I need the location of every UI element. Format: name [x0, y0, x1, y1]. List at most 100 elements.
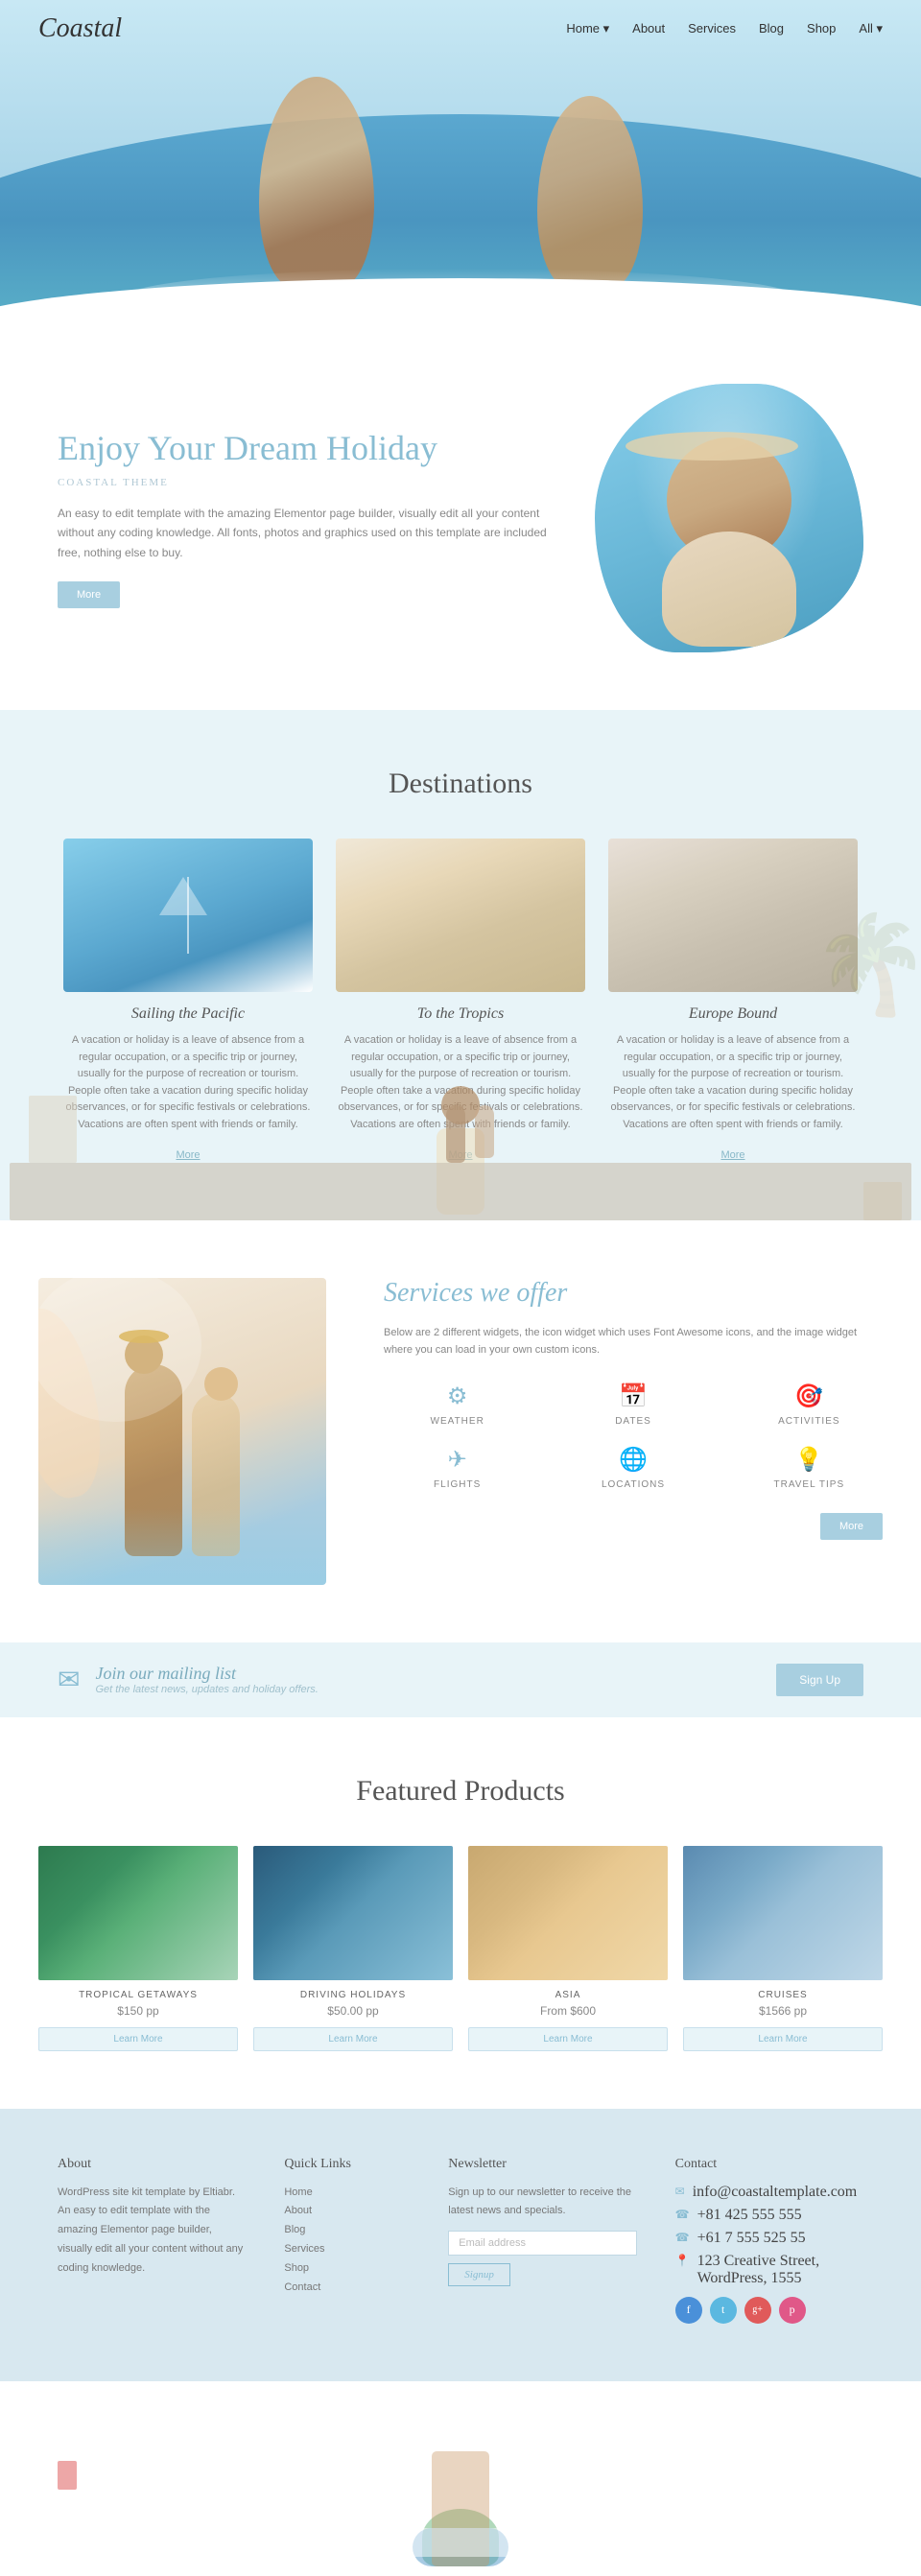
hero-figure-right [537, 96, 643, 288]
site-logo[interactable]: Coastal [38, 13, 122, 44]
destination-name-0: Sailing the Pacific [63, 1005, 313, 1023]
footer-about: About WordPress site kit template by Elt… [58, 2157, 246, 2324]
footer-link-shop[interactable]: Shop [284, 2259, 410, 2279]
contact-phone1: +81 425 555 555 [697, 2207, 802, 2224]
twitter-icon[interactable]: t [710, 2297, 737, 2324]
flights-icon: ✈ [384, 1446, 531, 1474]
intro-subtitle: Coastal Theme [58, 477, 556, 488]
product-learn-2[interactable]: Learn More [468, 2027, 668, 2051]
services-section: Services we offer Below are 2 different … [0, 1220, 921, 1642]
destination-image-europe [608, 839, 858, 992]
intro-more-button[interactable]: More [58, 581, 120, 608]
contact-phone2-item: ☎ +61 7 555 525 55 [675, 2230, 863, 2247]
nav-links: Home ▾ About Services Blog Shop All ▾ [566, 20, 883, 37]
nav-item-services[interactable]: Services [688, 21, 736, 35]
contact-address: 123 Creative Street, WordPress, 1555 [697, 2253, 863, 2287]
service-item-weather: ⚙ WEATHER [384, 1383, 531, 1427]
intro-text: Enjoy Your Dream Holiday Coastal Theme A… [58, 428, 556, 608]
destination-name-1: To the Tropics [336, 1005, 585, 1023]
footer-link-services[interactable]: Services [284, 2240, 410, 2259]
contact-email: info@coastaltemplate.com [693, 2184, 858, 2201]
featured-products-section: Featured Products TROPICAL GETAWAYS $150… [0, 1717, 921, 2109]
service-label-activities: ACTIVITIES [736, 1416, 883, 1427]
facebook-icon[interactable]: f [675, 2297, 702, 2324]
footer-grid: About WordPress site kit template by Elt… [58, 2157, 863, 2324]
mailing-signup-button[interactable]: Sign Up [776, 1664, 863, 1696]
service-item-travel-tips: 💡 TRAVEL TIPS [736, 1446, 883, 1490]
googleplus-icon[interactable]: g+ [744, 2297, 771, 2324]
destinations-grid: Sailing the Pacific A vacation or holida… [38, 839, 883, 1163]
services-more-button[interactable]: More [820, 1513, 883, 1540]
footer-link-contact[interactable]: Contact [284, 2279, 410, 2298]
footer-newsletter-title: Newsletter [448, 2157, 636, 2172]
destination-more-0[interactable]: More [176, 1149, 200, 1161]
destination-more-2[interactable]: More [720, 1149, 744, 1161]
product-learn-3[interactable]: Learn More [683, 2027, 883, 2051]
destination-card-0: Sailing the Pacific A vacation or holida… [63, 839, 313, 1163]
product-card-0: TROPICAL GETAWAYS $150 pp Learn More [38, 1846, 238, 2051]
services-title: Services we offer [384, 1278, 883, 1309]
phone-icon-2: ☎ [675, 2231, 690, 2245]
destinations-section: Destinations Sailing the Pacific A vacat… [0, 710, 921, 1220]
contact-address-item: 📍 123 Creative Street, WordPress, 1555 [675, 2253, 863, 2287]
nav-item-blog[interactable]: Blog [759, 21, 784, 35]
product-learn-0[interactable]: Learn More [38, 2027, 238, 2051]
footer-about-text: WordPress site kit template by Eltiabr. … [58, 2184, 246, 2279]
service-label-weather: WEATHER [384, 1416, 531, 1427]
intro-image [595, 384, 863, 652]
nav-item-about[interactable]: About [632, 21, 665, 35]
nav-item-home[interactable]: Home ▾ [566, 21, 609, 35]
contact-phone2: +61 7 555 525 55 [697, 2230, 806, 2247]
service-label-flights: FLIGHTS [384, 1479, 531, 1490]
footer-contact-title: Contact [675, 2157, 863, 2172]
product-card-3: CRUISES $1566 pp Learn More [683, 1846, 883, 2051]
footer-quicklinks-title: Quick Links [284, 2157, 410, 2172]
footer-link-blog[interactable]: Blog [284, 2221, 410, 2240]
intro-title: Enjoy Your Dream Holiday [58, 428, 556, 469]
product-image-tropical [38, 1846, 238, 1980]
service-item-dates: 📅 DATES [559, 1383, 706, 1427]
featured-products-title: Featured Products [38, 1775, 883, 1808]
product-name-3: CRUISES [683, 1990, 883, 2000]
destination-desc-0: A vacation or holiday is a leave of abse… [63, 1032, 313, 1134]
footer-link-about[interactable]: About [284, 2202, 410, 2221]
product-price-0: $150 pp [38, 2004, 238, 2018]
intro-image-inner [595, 384, 863, 652]
product-learn-1[interactable]: Learn More [253, 2027, 453, 2051]
service-label-dates: DATES [559, 1416, 706, 1427]
contact-phone1-item: ☎ +81 425 555 555 [675, 2207, 863, 2224]
product-name-0: TROPICAL GETAWAYS [38, 1990, 238, 2000]
product-card-1: DRIVING HOLIDAYS $50.00 pp Learn More [253, 1846, 453, 2051]
footer: About WordPress site kit template by Elt… [0, 2109, 921, 2381]
service-item-flights: ✈ FLIGHTS [384, 1446, 531, 1490]
phone-icon-1: ☎ [675, 2208, 690, 2222]
footer-about-title: About [58, 2157, 246, 2172]
services-description: Below are 2 different widgets, the icon … [384, 1324, 883, 1359]
location-icon: 📍 [675, 2254, 690, 2268]
destination-image-sailing [63, 839, 313, 992]
service-label-locations: LOCATIONS [559, 1479, 706, 1490]
product-card-2: ASIA From $600 Learn More [468, 1846, 668, 2051]
footer-newsletter: Newsletter Sign up to our newsletter to … [448, 2157, 636, 2324]
nav-item-all[interactable]: All ▾ [859, 21, 883, 35]
mail-icon: ✉ [58, 1664, 80, 1696]
mailing-description: Get the latest news, updates and holiday… [95, 1684, 318, 1695]
footer-contact: Contact ✉ info@coastaltemplate.com ☎ +81… [675, 2157, 863, 2324]
footer-link-home[interactable]: Home [284, 2184, 410, 2203]
email-icon: ✉ [675, 2185, 685, 2199]
nav-item-shop[interactable]: Shop [807, 21, 836, 35]
footer-newsletter-text: Sign up to our newsletter to receive the… [448, 2184, 636, 2222]
navbar: Coastal Home ▾ About Services Blog Shop … [0, 0, 921, 58]
newsletter-submit-button[interactable]: Signup [448, 2263, 510, 2286]
intro-description: An easy to edit template with the amazin… [58, 504, 556, 562]
destination-desc-2: A vacation or holiday is a leave of abse… [608, 1032, 858, 1134]
destination-card-2: Europe Bound A vacation or holiday is a … [608, 839, 858, 1163]
activities-icon: 🎯 [736, 1383, 883, 1410]
product-image-cruises [683, 1846, 883, 1980]
mailing-section: ✉ Join our mailing list Get the latest n… [0, 1642, 921, 1717]
weather-icon: ⚙ [384, 1383, 531, 1410]
product-price-2: From $600 [468, 2004, 668, 2018]
newsletter-email-input[interactable] [448, 2231, 636, 2256]
destination-image-tropics [336, 839, 585, 992]
pinterest-icon[interactable]: p [779, 2297, 806, 2324]
